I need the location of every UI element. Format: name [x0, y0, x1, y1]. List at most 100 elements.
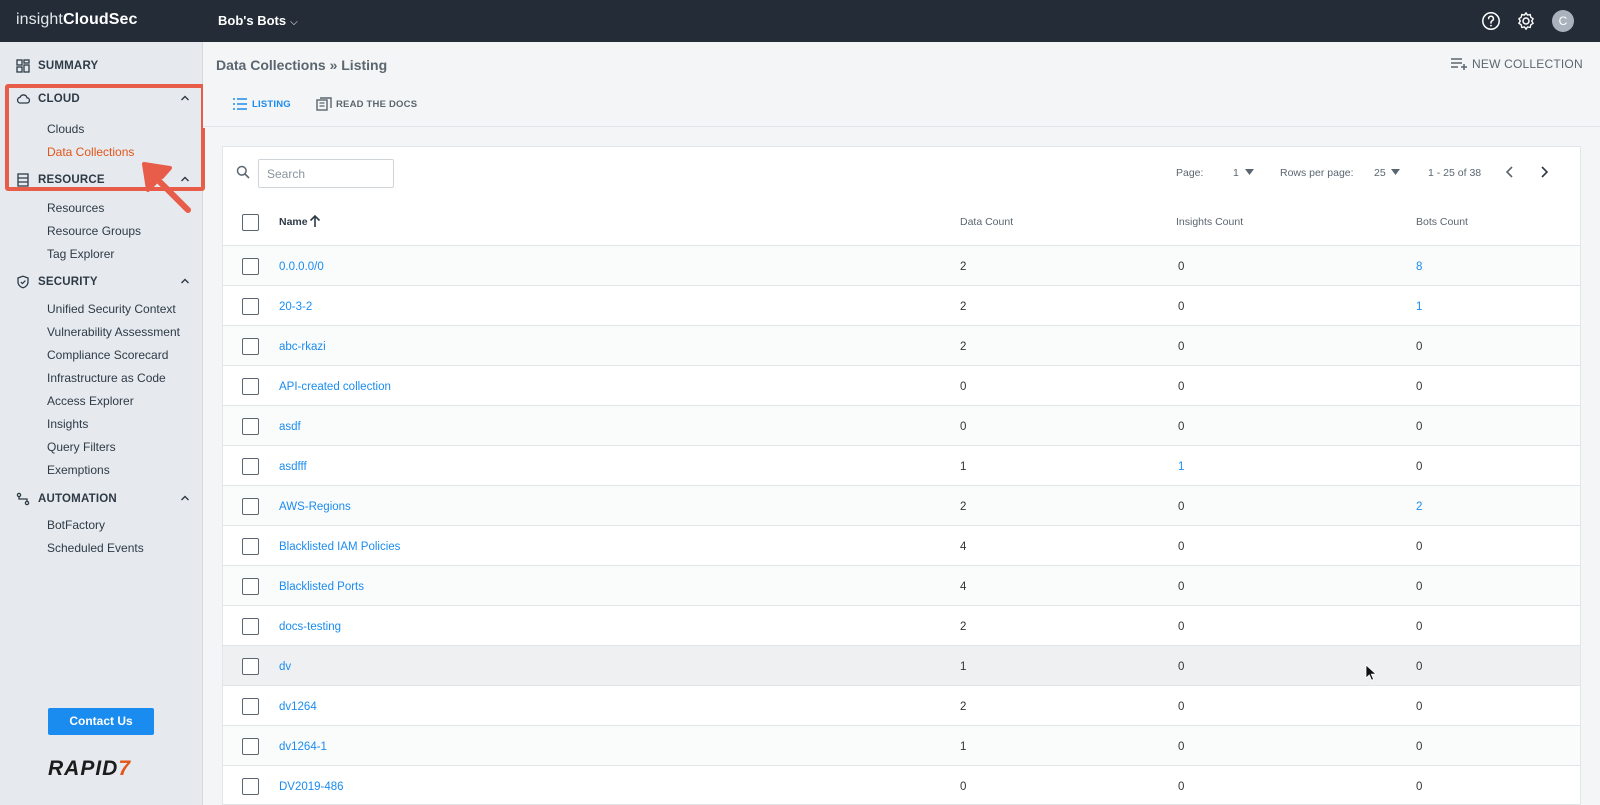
table-row[interactable] [223, 366, 1580, 406]
insights-count-cell: 0 [1178, 541, 1185, 553]
sidebar-item-resource-groups[interactable]: Resource Groups [47, 224, 141, 238]
collection-name-link[interactable]: API-created collection [279, 381, 391, 393]
data-count-cell: 0 [960, 421, 967, 433]
table-row[interactable] [223, 726, 1580, 766]
chevron-left-icon[interactable] [1504, 165, 1516, 179]
chevron-right-icon[interactable] [1538, 165, 1550, 179]
row-checkbox[interactable] [242, 378, 259, 395]
data-count-cell: 4 [960, 541, 967, 553]
bots-count-cell: 0 [1416, 741, 1423, 753]
collection-name-link[interactable]: Blacklisted Ports [279, 581, 364, 593]
table-row[interactable] [223, 286, 1580, 326]
column-header-insights-count[interactable]: Insights Count [1176, 216, 1243, 228]
bots-count-cell: 0 [1416, 541, 1423, 553]
collection-name-link[interactable]: dv1264-1 [279, 741, 327, 753]
insights-count-link[interactable]: 1 [1178, 461, 1184, 473]
sidebar-item-access-explorer[interactable]: Access Explorer [47, 394, 134, 408]
sidebar-section-automation[interactable]: AUTOMATION [0, 487, 203, 511]
collection-name-link[interactable]: dv [279, 661, 291, 673]
sidebar-item-compliance-scorecard[interactable]: Compliance Scorecard [47, 348, 168, 362]
table-row[interactable] [223, 526, 1580, 566]
bots-count-link[interactable]: 8 [1416, 261, 1422, 273]
row-checkbox[interactable] [242, 658, 259, 675]
column-header-name[interactable]: Name [279, 216, 308, 228]
tab-listing[interactable]: LISTING [252, 99, 291, 110]
sidebar-section-security[interactable]: SECURITY [0, 270, 203, 294]
bots-count-cell: 0 [1416, 341, 1423, 353]
table-row[interactable] [223, 446, 1580, 486]
new-collection-button[interactable]: NEW COLLECTION [1472, 57, 1583, 71]
sidebar-item-vulnerability-assessment[interactable]: Vulnerability Assessment [47, 325, 180, 339]
add-list-icon[interactable] [1450, 57, 1468, 71]
collection-name-link[interactable]: DV2019-486 [279, 781, 344, 793]
table-row[interactable] [223, 326, 1580, 366]
row-checkbox[interactable] [242, 338, 259, 355]
bots-count-cell: 0 [1416, 621, 1423, 633]
row-checkbox[interactable] [242, 738, 259, 755]
sidebar-item-infrastructure-as-code[interactable]: Infrastructure as Code [47, 371, 166, 385]
user-avatar[interactable]: C [1552, 10, 1574, 32]
page-header [203, 42, 1600, 128]
collection-name-link[interactable]: dv1264 [279, 701, 317, 713]
caret-down-icon[interactable] [1391, 169, 1400, 175]
sidebar-item-scheduled-events[interactable]: Scheduled Events [47, 541, 144, 555]
row-checkbox[interactable] [242, 698, 259, 715]
sidebar-item-unified-security-context[interactable]: Unified Security Context [47, 302, 176, 316]
table-row[interactable] [223, 406, 1580, 446]
tab-read-the-docs[interactable]: READ THE DOCS [336, 99, 417, 110]
table-row[interactable] [223, 246, 1580, 286]
insights-count-cell: 0 [1178, 381, 1185, 393]
tab-divider [203, 126, 1600, 127]
table-row[interactable] [223, 486, 1580, 526]
rapid7-logo: RAPID7 [48, 757, 131, 781]
org-switcher[interactable]: Bob's Bots ⌵ [218, 13, 298, 28]
row-checkbox[interactable] [242, 778, 259, 795]
collection-name-link[interactable]: 20-3-2 [279, 301, 312, 313]
table-row[interactable] [223, 766, 1580, 805]
sidebar-item-botfactory[interactable]: BotFactory [47, 518, 105, 532]
collection-name-link[interactable]: 0.0.0.0/0 [279, 261, 324, 273]
table-row[interactable] [223, 566, 1580, 606]
app-logo[interactable]: insightCloudSec [16, 11, 138, 29]
collection-name-link[interactable]: docs-testing [279, 621, 341, 633]
sidebar-item-summary[interactable]: SUMMARY [0, 54, 203, 78]
bots-count-link[interactable]: 1 [1416, 301, 1422, 313]
collection-name-link[interactable]: asdf [279, 421, 301, 433]
help-icon[interactable] [1481, 11, 1501, 31]
sidebar-item-query-filters[interactable]: Query Filters [47, 440, 116, 454]
chevron-up-icon[interactable] [180, 276, 190, 286]
data-count-cell: 1 [960, 461, 967, 473]
select-all-checkbox[interactable] [242, 214, 259, 231]
gear-icon[interactable] [1516, 11, 1536, 31]
column-header-data-count[interactable]: Data Count [960, 216, 1013, 228]
row-checkbox[interactable] [242, 258, 259, 275]
chevron-down-icon: ⌵ [290, 17, 298, 28]
collection-name-link[interactable]: asdfff [279, 461, 307, 473]
row-checkbox[interactable] [242, 618, 259, 635]
column-header-bots-count[interactable]: Bots Count [1416, 216, 1468, 228]
collection-name-link[interactable]: Blacklisted IAM Policies [279, 541, 400, 553]
row-checkbox[interactable] [242, 418, 259, 435]
row-checkbox[interactable] [242, 498, 259, 515]
caret-down-icon[interactable] [1245, 169, 1254, 175]
page-select[interactable]: 1 [1233, 167, 1239, 179]
sidebar-item-insights[interactable]: Insights [47, 417, 88, 431]
collection-name-link[interactable]: abc-rkazi [279, 341, 326, 353]
search-input[interactable] [258, 159, 394, 188]
row-checkbox[interactable] [242, 298, 259, 315]
rows-per-page-select[interactable]: 25 [1374, 167, 1386, 179]
bots-count-link[interactable]: 2 [1416, 501, 1422, 513]
row-checkbox[interactable] [242, 578, 259, 595]
contact-us-button[interactable]: Contact Us [48, 708, 154, 735]
table-row[interactable] [223, 686, 1580, 726]
row-checkbox[interactable] [242, 538, 259, 555]
sidebar-item-resources[interactable]: Resources [47, 201, 104, 215]
collection-name-link[interactable]: AWS-Regions [279, 501, 351, 513]
sidebar-item-exemptions[interactable]: Exemptions [47, 463, 110, 477]
workflow-icon [16, 492, 30, 506]
arrow-up-icon[interactable] [308, 214, 322, 228]
row-checkbox[interactable] [242, 458, 259, 475]
sidebar-item-tag-explorer[interactable]: Tag Explorer [47, 247, 114, 261]
table-row[interactable] [223, 606, 1580, 646]
chevron-up-icon[interactable] [180, 493, 190, 503]
